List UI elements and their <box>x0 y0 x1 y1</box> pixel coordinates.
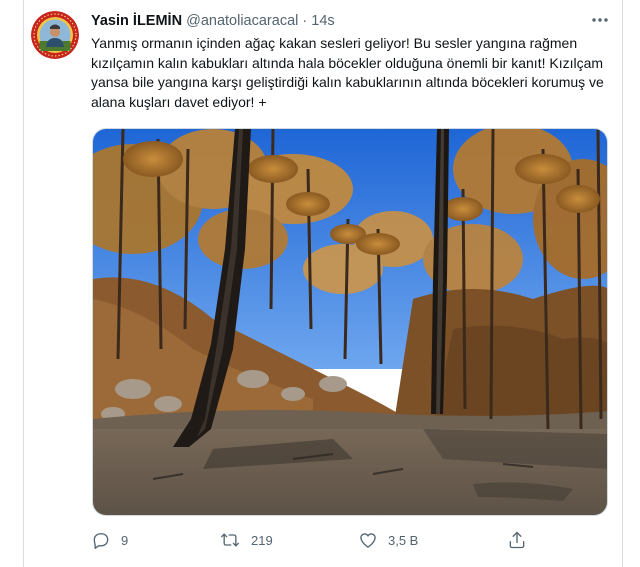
share-icon <box>509 531 525 549</box>
tweet-header: Yasin İLEMİN @anatoliacaracal · 14s <box>91 12 335 30</box>
like-count: 3,5 B <box>388 532 419 548</box>
avatar[interactable] <box>31 11 79 59</box>
more-horizontal-icon <box>592 18 608 22</box>
display-name[interactable]: Yasin İLEMİN <box>91 13 182 29</box>
reply-button[interactable]: 9 <box>91 528 128 552</box>
retweet-icon <box>221 533 239 547</box>
timestamp[interactable]: 14s <box>311 13 334 29</box>
like-button[interactable]: 3,5 B <box>358 528 418 552</box>
retweet-button[interactable]: 219 <box>219 528 273 552</box>
share-button[interactable] <box>507 528 527 552</box>
reply-count: 9 <box>121 532 129 548</box>
tweet-text: Yanmış ormanın içinden ağaç kakan sesler… <box>91 35 604 110</box>
tweet[interactable]: Yasin İLEMİN @anatoliacaracal · 14s Yanm… <box>0 0 640 567</box>
reply-icon <box>93 533 109 549</box>
tweet-actions: 9 219 3,5 B <box>91 528 531 552</box>
retweet-count: 219 <box>251 532 273 548</box>
header-separator: · <box>302 13 308 29</box>
user-handle[interactable]: @anatoliacaracal <box>186 13 298 29</box>
heart-icon <box>360 533 376 548</box>
timeline-left-border <box>23 0 24 567</box>
more-button[interactable] <box>586 10 614 30</box>
tweet-photo[interactable] <box>92 128 608 516</box>
timeline-right-border <box>622 0 623 567</box>
